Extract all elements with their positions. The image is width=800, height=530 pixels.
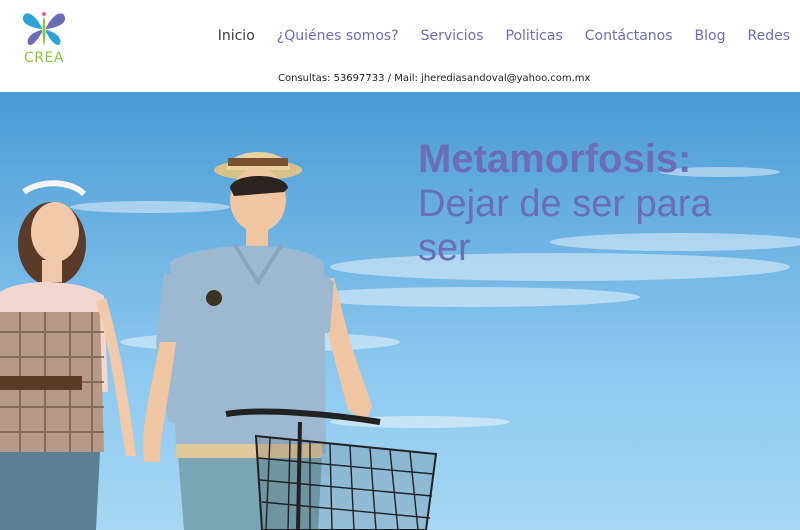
nav-item-servicios[interactable]: Servicios [410,28,495,44]
butterfly-icon [22,12,66,46]
hero-title-line2: Dejar de ser para [418,183,712,225]
hero-banner: Metamorfosis: Dejar de ser para ser [0,92,800,530]
woman-figure [0,180,136,530]
nav-item-redes[interactable]: Redes [736,28,800,44]
contact-line: Consultas: 53697733 / Mail: jherediasand… [278,73,590,84]
hero-title: Metamorfosis: Dejar de ser para ser [418,136,778,270]
nav-item-blog[interactable]: Blog [684,28,737,44]
hero-title-line3: ser [418,227,471,269]
nav-item-contactanos[interactable]: Contáctanos [574,28,684,44]
nav-item-inicio[interactable]: Inicio [207,28,266,44]
nav-item-politicas[interactable]: Politicas [495,28,574,44]
contact-email-link[interactable]: jherediasandoval@yahoo.com.mx [421,73,590,84]
site-header: CREA Inicio ¿Quiénes somos? Servicios Po… [0,0,800,92]
crea-logo[interactable]: CREA [18,8,70,70]
main-nav: Inicio ¿Quiénes somos? Servicios Politic… [207,28,800,44]
nav-item-quienes-somos[interactable]: ¿Quiénes somos? [266,28,410,44]
contact-phone: Consultas: 53697733 / Mail: [278,73,422,84]
hero-title-bold: Metamorfosis: [418,137,692,181]
logo-text: CREA [24,50,64,66]
